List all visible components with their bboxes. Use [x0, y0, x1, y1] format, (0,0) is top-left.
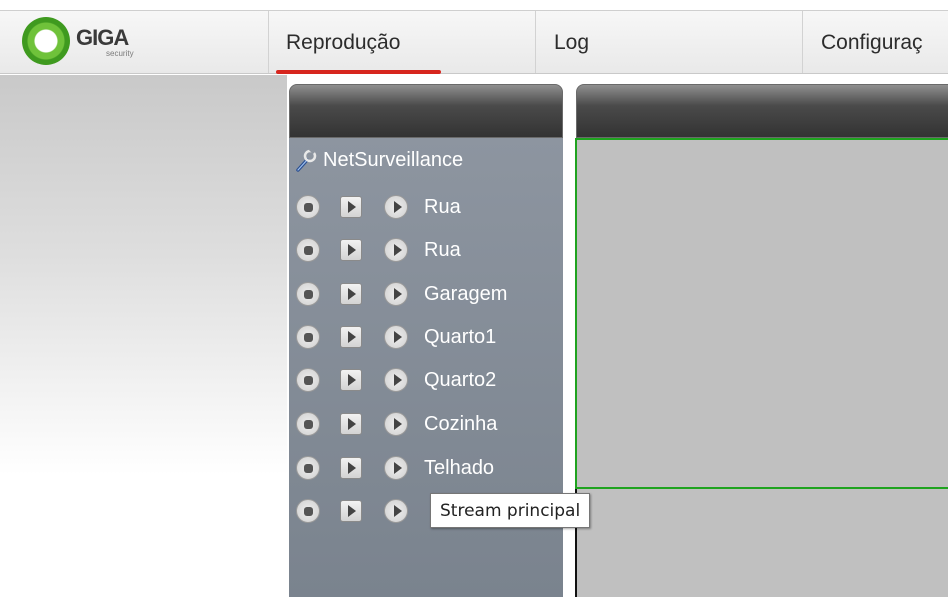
camera-row: Cozinha [296, 406, 497, 442]
nav-divider [535, 11, 536, 73]
video-cell[interactable] [575, 489, 948, 597]
camera-row: Telhado [296, 450, 494, 486]
stream-tooltip: Stream principal [430, 493, 591, 528]
device-panel: NetSurveillance Rua Rua Garagem Quarto1 … [289, 138, 563, 597]
nav-tab-log[interactable]: Log [554, 31, 589, 55]
play-square-icon[interactable] [340, 326, 362, 348]
left-background [0, 75, 287, 475]
play-square-icon[interactable] [340, 239, 362, 261]
camera-label[interactable]: Quarto2 [424, 369, 496, 392]
play-square-icon[interactable] [340, 369, 362, 391]
camera-row: Quarto2 [296, 362, 496, 398]
active-tab-indicator [276, 70, 441, 74]
nav-divider [802, 11, 803, 73]
play-round-icon[interactable] [384, 368, 408, 392]
play-square-icon[interactable] [340, 196, 362, 218]
stop-icon[interactable] [296, 412, 320, 436]
stop-icon[interactable] [296, 368, 320, 392]
camera-row [296, 493, 424, 529]
camera-row: Garagem [296, 276, 507, 312]
play-square-icon[interactable] [340, 500, 362, 522]
stop-icon[interactable] [296, 195, 320, 219]
camera-label[interactable]: Cozinha [424, 413, 497, 436]
play-square-icon[interactable] [340, 413, 362, 435]
stop-icon[interactable] [296, 456, 320, 480]
logo-subtext: security [106, 49, 134, 58]
nav-tab-settings[interactable]: Configuraç [821, 31, 923, 55]
top-nav-bar: GIGA security Reprodução Log Configuraç [0, 10, 948, 74]
video-cell-selected[interactable] [575, 138, 948, 489]
video-panel-header [576, 84, 948, 138]
wrench-icon [296, 147, 317, 172]
logo-ring-icon [22, 17, 70, 65]
nav-divider [268, 11, 269, 73]
play-square-icon[interactable] [340, 457, 362, 479]
stop-icon[interactable] [296, 325, 320, 349]
device-panel-header [289, 84, 563, 138]
camera-label[interactable]: Telhado [424, 457, 494, 480]
nav-tab-playback[interactable]: Reprodução [286, 31, 400, 55]
camera-label[interactable]: Garagem [424, 283, 507, 306]
play-square-icon[interactable] [340, 283, 362, 305]
stop-icon[interactable] [296, 238, 320, 262]
play-round-icon[interactable] [384, 282, 408, 306]
device-tree-root[interactable]: NetSurveillance [295, 146, 463, 174]
stop-icon[interactable] [296, 282, 320, 306]
stop-icon[interactable] [296, 499, 320, 523]
play-round-icon[interactable] [384, 499, 408, 523]
play-round-icon[interactable] [384, 325, 408, 349]
brand-logo: GIGA security [22, 17, 162, 67]
camera-row: Rua [296, 232, 461, 268]
play-round-icon[interactable] [384, 412, 408, 436]
play-round-icon[interactable] [384, 238, 408, 262]
camera-label[interactable]: Quarto1 [424, 326, 496, 349]
play-round-icon[interactable] [384, 195, 408, 219]
camera-label[interactable]: Rua [424, 239, 461, 262]
play-round-icon[interactable] [384, 456, 408, 480]
logo-text: GIGA [76, 25, 129, 50]
device-tree-root-label: NetSurveillance [323, 148, 464, 171]
camera-row: Quarto1 [296, 319, 496, 355]
camera-label[interactable]: Rua [424, 196, 461, 219]
camera-row: Rua [296, 189, 461, 225]
